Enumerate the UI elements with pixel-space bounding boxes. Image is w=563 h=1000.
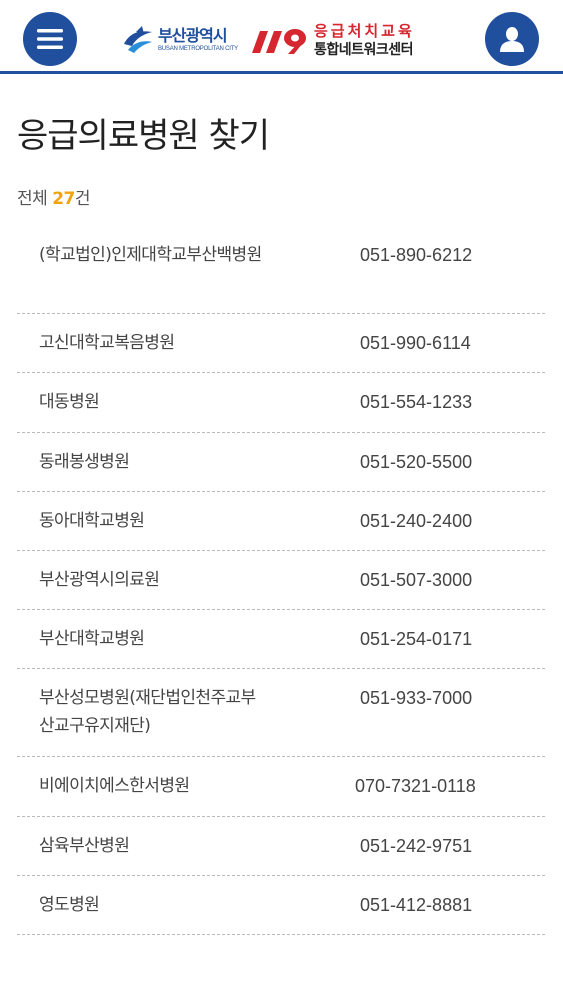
hospital-phone[interactable]: 070-7321-0118 xyxy=(355,772,476,800)
center-name-line1: 응급처치교육 xyxy=(313,21,415,40)
hospital-name: 부산성모병원(재단법인천주교부산교구유지재단) xyxy=(39,688,256,736)
hospital-row[interactable]: (학교법인)인제대학교부산백병원 051-890-6212 xyxy=(17,225,545,314)
hospital-row[interactable]: 부산성모병원(재단법인천주교부산교구유지재단) 051-933-7000 xyxy=(17,669,545,757)
hospital-phone[interactable]: 051-412-8881 xyxy=(360,891,472,919)
user-icon xyxy=(500,27,524,52)
busan-city-logo: 부산광역시 BUSAN METROPOLITAN CITY xyxy=(122,26,238,54)
hospital-name: 동래봉생병원 xyxy=(39,452,130,472)
hospital-phone[interactable]: 051-990-6114 xyxy=(360,329,471,357)
hospital-phone[interactable]: 051-933-7000 xyxy=(360,684,472,712)
hospital-phone[interactable]: 051-520-5500 xyxy=(360,448,472,476)
hospital-phone[interactable]: 051-507-3000 xyxy=(360,566,472,594)
hospital-list: (학교법인)인제대학교부산백병원 051-890-6212 고신대학교복음병원 … xyxy=(17,225,545,935)
hospital-row[interactable]: 동래봉생병원 051-520-5500 xyxy=(17,433,545,492)
user-button[interactable] xyxy=(485,12,539,66)
count-number: 27 xyxy=(52,189,75,209)
logo-119 xyxy=(248,25,310,55)
center-name-line2: 통합네트워크센터 xyxy=(313,41,414,58)
hospital-phone[interactable]: 051-554-1233 xyxy=(360,388,472,416)
result-count: 전체 27건 xyxy=(17,184,91,209)
logo-119-icon xyxy=(251,29,306,54)
hospital-name: 비에이치에스한서병원 xyxy=(39,776,190,796)
site-logo[interactable]: 부산광역시 BUSAN METROPOLITAN CITY 응급처치교육 통합네… xyxy=(122,18,415,62)
busan-city-subtitle: BUSAN METROPOLITAN CITY xyxy=(158,46,238,52)
hospital-row[interactable]: 비에이치에스한서병원 070-7321-0118 xyxy=(17,757,545,817)
busan-city-name: 부산광역시 xyxy=(158,26,228,45)
hospital-name: 부산광역시의료원 xyxy=(39,570,160,590)
hospital-row[interactable]: 부산광역시의료원 051-507-3000 xyxy=(17,551,545,610)
hospital-row[interactable]: 삼육부산병원 051-242-9751 xyxy=(17,817,545,876)
busan-emblem-icon xyxy=(124,26,152,53)
hospital-phone[interactable]: 051-242-9751 xyxy=(360,832,472,860)
hospital-row[interactable]: 영도병원 051-412-8881 xyxy=(17,876,545,935)
menu-icon xyxy=(37,29,63,49)
hospital-row[interactable]: 대동병원 051-554-1233 xyxy=(17,373,545,433)
hospital-phone[interactable]: 051-890-6212 xyxy=(360,241,472,269)
hospital-name: 동아대학교병원 xyxy=(39,511,145,531)
hospital-name: 대동병원 xyxy=(39,392,100,412)
hospital-row[interactable]: 동아대학교병원 051-240-2400 xyxy=(17,492,545,551)
hospital-row[interactable]: 부산대학교병원 051-254-0171 xyxy=(17,610,545,669)
hospital-phone[interactable]: 051-240-2400 xyxy=(360,507,472,535)
hospital-name: (학교법인)인제대학교부산백병원 xyxy=(39,245,262,265)
hospital-name: 고신대학교복음병원 xyxy=(39,333,175,353)
hospital-name: 삼육부산병원 xyxy=(39,836,130,856)
menu-button[interactable] xyxy=(23,12,77,66)
hospital-row[interactable]: 고신대학교복음병원 051-990-6114 xyxy=(17,314,545,373)
site-header: 부산광역시 BUSAN METROPOLITAN CITY 응급처치교육 통합네… xyxy=(0,0,563,74)
hospital-name: 영도병원 xyxy=(39,895,100,915)
hospital-phone[interactable]: 051-254-0171 xyxy=(360,625,472,653)
page-title: 응급의료병원 찾기 xyxy=(17,116,270,156)
count-prefix: 전체 xyxy=(17,189,53,209)
count-suffix: 건 xyxy=(74,189,91,209)
hospital-name: 부산대학교병원 xyxy=(39,629,145,649)
